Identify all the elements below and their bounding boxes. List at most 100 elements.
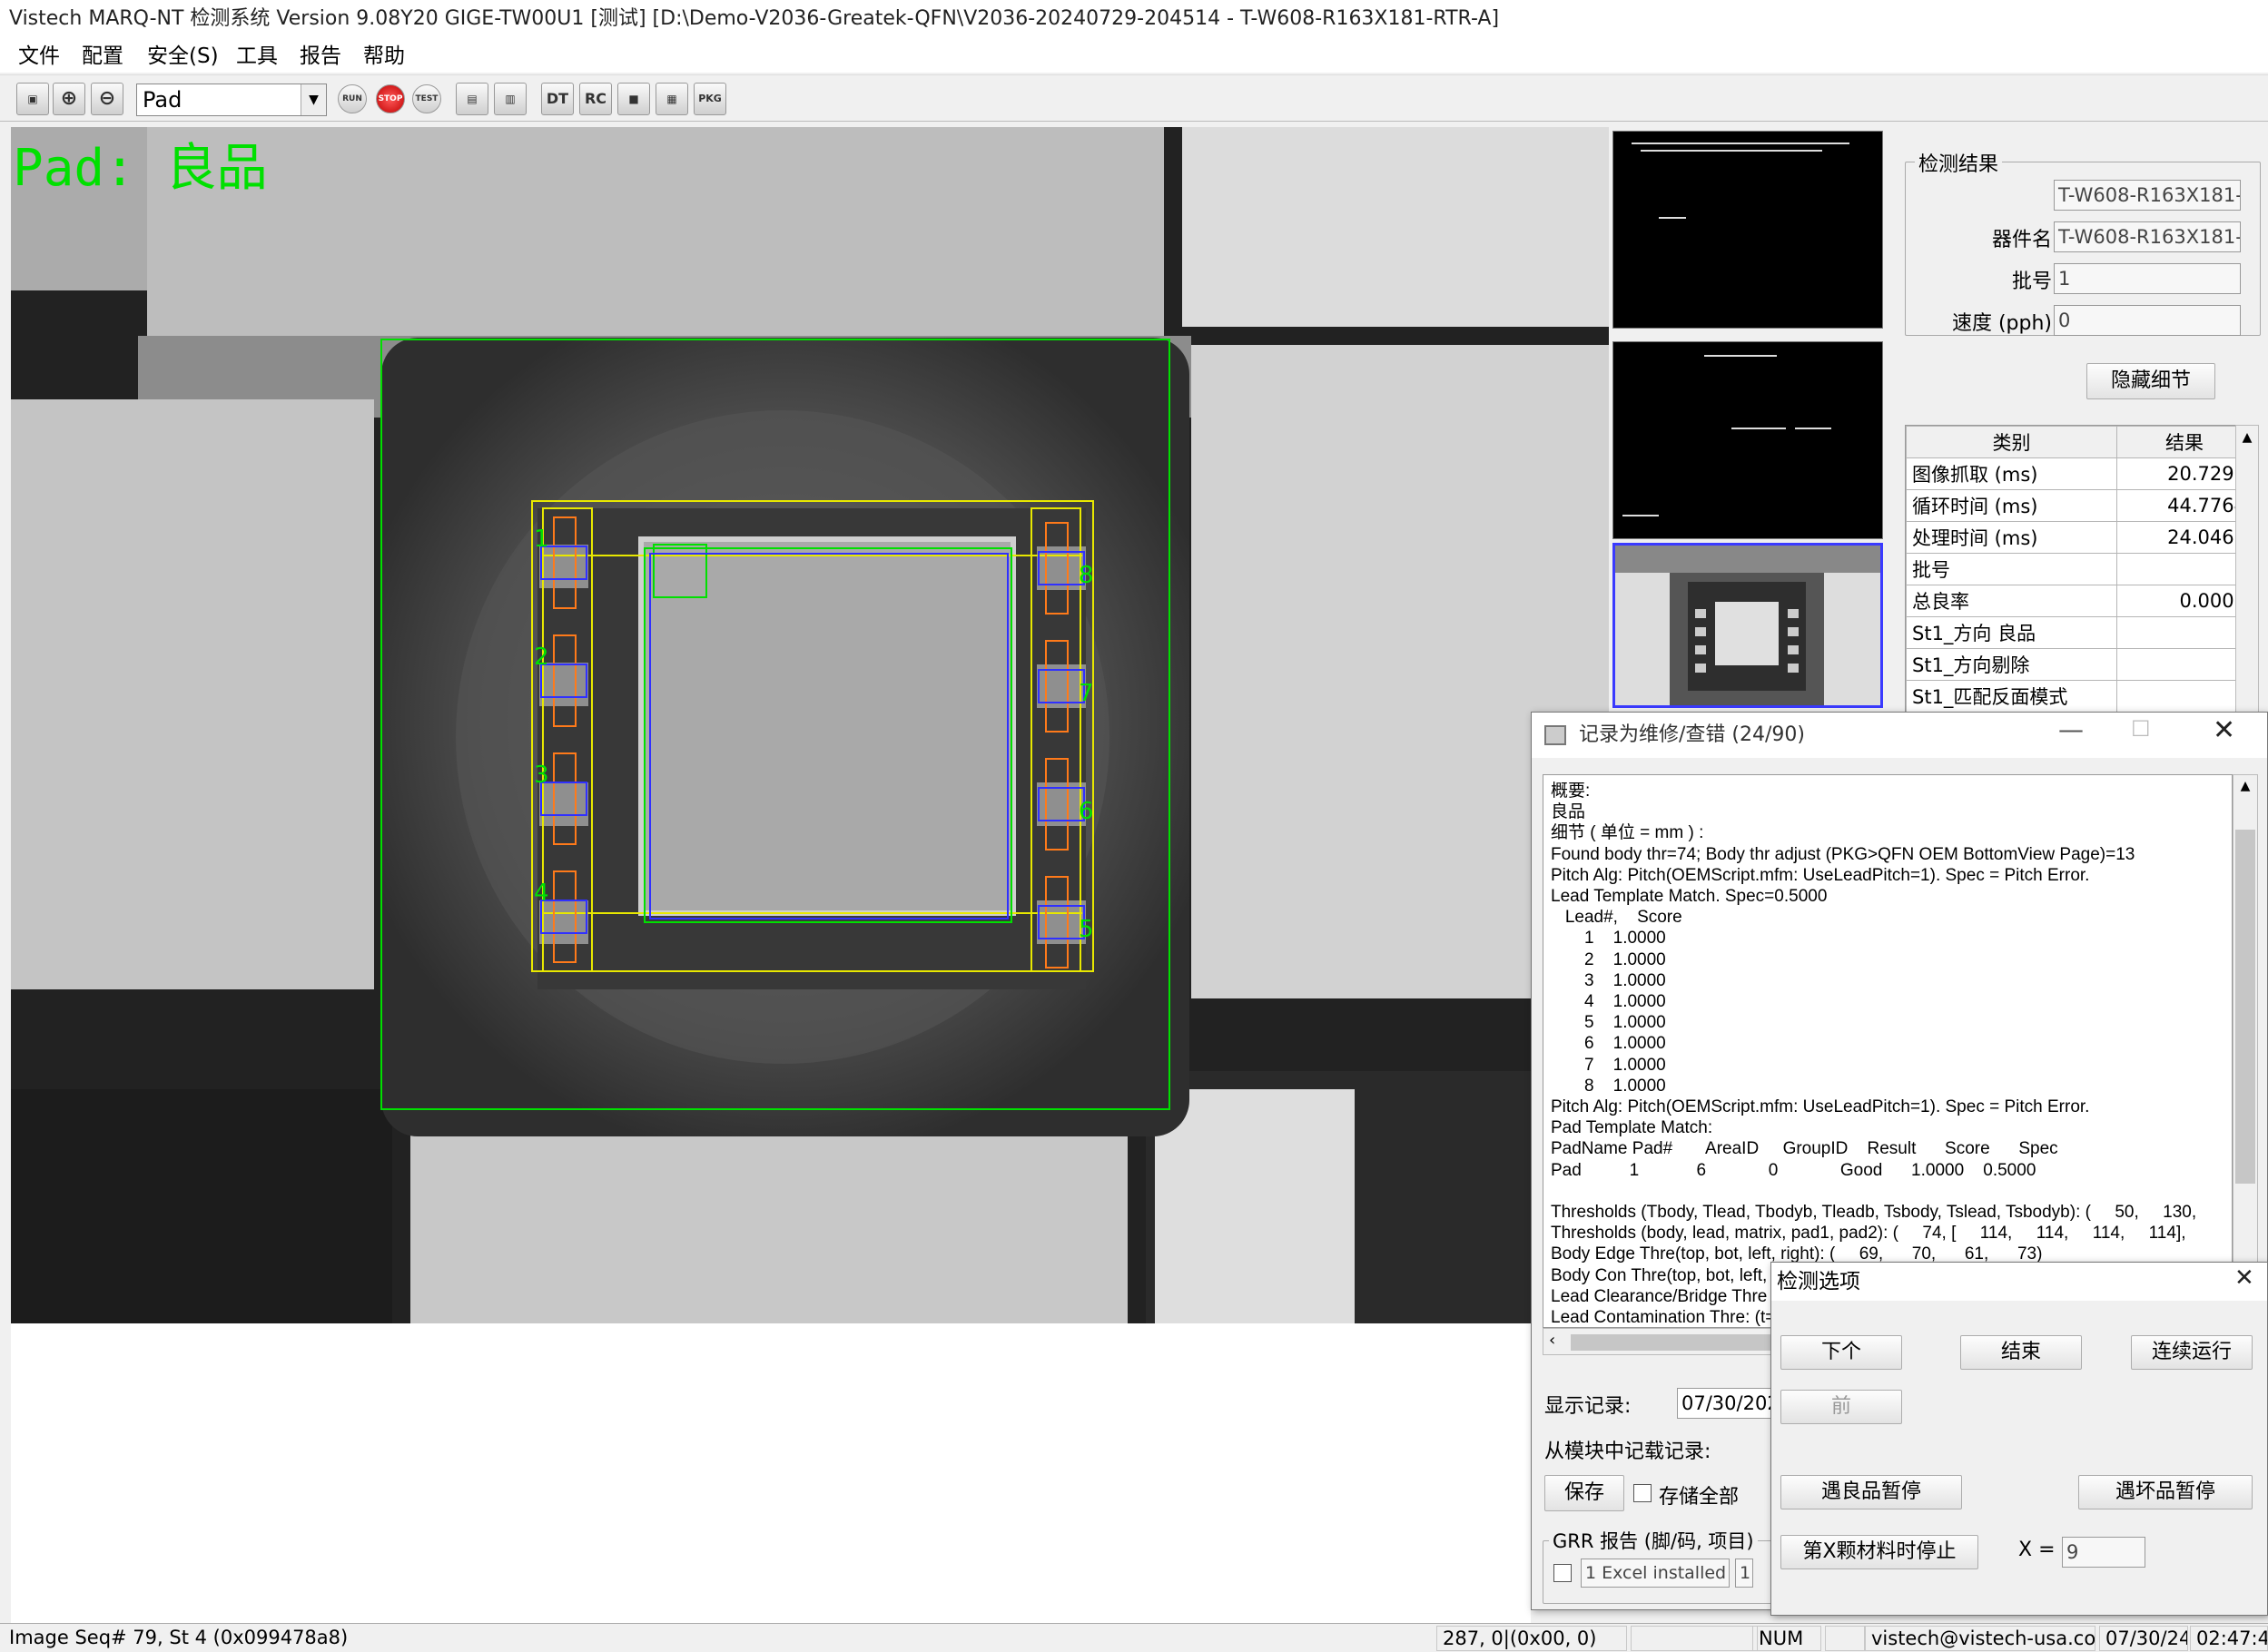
log-line: 2 1.0000 bbox=[1551, 949, 1666, 969]
row-value: 1 bbox=[2116, 553, 2251, 585]
log-text-area[interactable]: 概要: 良品 细节 ( 单位 = mm ) : Found body thr=74; … bbox=[1543, 774, 2233, 1328]
row-value: 24.0465 bbox=[2116, 521, 2251, 554]
options-dialog-title: 检测选项 bbox=[1771, 1263, 2267, 1301]
x-label: X = bbox=[2018, 1539, 2056, 1561]
speed-label: 速度 (pph) bbox=[1951, 312, 2052, 335]
grr-suffix: 1 bbox=[1735, 1559, 1753, 1588]
save-all-label: 存储全部 bbox=[1659, 1486, 1740, 1509]
log-line: 5 1.0000 bbox=[1551, 1013, 1666, 1033]
maximize-icon[interactable]: ☐ bbox=[2131, 716, 2151, 742]
log-line: 6 1.0000 bbox=[1551, 1034, 1666, 1054]
test-button[interactable]: TEST bbox=[412, 84, 441, 113]
log-line: Lead#, Score bbox=[1551, 908, 1682, 928]
rc-button[interactable]: RC bbox=[579, 83, 612, 115]
row-category: 处理时间 (ms) bbox=[1906, 521, 2117, 554]
lead-label-8: 8 bbox=[1079, 562, 1094, 589]
menu-report[interactable]: 报告 bbox=[294, 42, 347, 71]
results-table-scrollbar[interactable]: ▲ bbox=[2235, 425, 2259, 726]
menu-bar: 文件 配置 安全(S) 工具 报告 帮助 bbox=[0, 38, 2268, 73]
table-header-result: 结果 bbox=[2116, 426, 2251, 458]
log-line: 细节 ( 单位 = mm ) : bbox=[1551, 823, 1704, 843]
scroll-left-icon[interactable]: ‹ bbox=[1549, 1331, 1555, 1350]
mode-select[interactable]: Pad ▼ bbox=[136, 84, 327, 116]
lead-label-6: 6 bbox=[1079, 798, 1094, 825]
package-field: T-W608-R163X181-RT bbox=[2054, 180, 2241, 211]
open-icon[interactable]: ▤ bbox=[456, 83, 488, 115]
results-table-container[interactable]: 类别 结果 图像抓取 (ms) 20.7299 循环时间 (ms) 44.7764 … bbox=[1905, 425, 2252, 726]
hide-details-button[interactable]: 隐藏细节 bbox=[2086, 363, 2215, 399]
inspection-options-dialog: 检测选项 ✕ 下个 结束 连续运行 前 遇良品暂停 遇坏品暂停 第X颗材料时停止… bbox=[1770, 1262, 2268, 1616]
end-button[interactable]: 结束 bbox=[1960, 1335, 2082, 1370]
log-line: Thresholds (body, lead, matrix, pad1, pa… bbox=[1551, 1224, 2186, 1244]
table-row: 总良率 0.0000 bbox=[1906, 585, 2251, 617]
stop-square-icon[interactable]: ■ bbox=[617, 83, 650, 115]
save-all-checkbox[interactable] bbox=[1633, 1484, 1652, 1502]
stop-at-x-button[interactable]: 第X颗材料时停止 bbox=[1780, 1535, 1978, 1569]
log-line: Thresholds (Tbody, Tlead, Tbodyb, Tleadb… bbox=[1551, 1203, 2197, 1223]
status-time: 02:47:42 bbox=[2190, 1626, 2268, 1651]
log-line: Pad Template Match: bbox=[1551, 1118, 1713, 1138]
log-line: 概要: bbox=[1551, 782, 1591, 801]
pkg-button[interactable]: PKG bbox=[694, 83, 726, 115]
grr-report-title: GRR 报告 (脚/码, 项目) bbox=[1549, 1527, 1758, 1554]
save-button[interactable]: 保存 bbox=[1544, 1475, 1624, 1511]
status-empty-2 bbox=[1825, 1626, 1865, 1651]
minimize-icon[interactable]: — bbox=[2058, 714, 2084, 744]
row-value: 0 bbox=[2116, 648, 2251, 681]
chevron-down-icon[interactable]: ▼ bbox=[301, 84, 326, 115]
pause-on-bad-button[interactable]: 遇坏品暂停 bbox=[2078, 1475, 2253, 1509]
scroll-up-icon[interactable]: ▲ bbox=[2233, 775, 2257, 797]
dt-button[interactable]: DT bbox=[541, 83, 574, 115]
menu-security[interactable]: 安全(S) bbox=[142, 42, 224, 71]
status-empty-1 bbox=[1631, 1626, 1758, 1651]
log-window-title: 记录为维修/查错 (24/90) bbox=[1532, 713, 2267, 758]
log-line: Pitch Alg: Pitch(OEMScript.mfm: UseLeadP… bbox=[1551, 1097, 2090, 1117]
pause-on-good-button[interactable]: 遇良品暂停 bbox=[1780, 1475, 1962, 1509]
menu-file[interactable]: 文件 bbox=[13, 42, 65, 71]
status-date: 07/30/24 bbox=[2099, 1626, 2188, 1651]
previous-button[interactable]: 前 bbox=[1780, 1390, 1902, 1424]
row-category: St1_方向剔除 bbox=[1906, 648, 2117, 681]
thumbnail-station-3-selected[interactable] bbox=[1612, 543, 1883, 708]
log-vertical-scrollbar[interactable]: ▲ bbox=[2233, 774, 2258, 1328]
status-image-seq: Image Seq# 79, St 4 (0x099478a8) bbox=[9, 1627, 349, 1648]
menu-config[interactable]: 配置 bbox=[76, 42, 129, 71]
close-icon[interactable]: ✕ bbox=[2234, 1264, 2254, 1292]
table-row: 图像抓取 (ms) 20.7299 bbox=[1906, 457, 2251, 490]
thumbnail-station-1[interactable] bbox=[1612, 131, 1883, 329]
grr-checkbox[interactable] bbox=[1553, 1564, 1572, 1582]
mode-select-value: Pad bbox=[143, 87, 182, 113]
load-from-module-label: 从模块中记载记录: bbox=[1544, 1441, 1711, 1463]
stop-button[interactable]: STOP bbox=[376, 84, 405, 113]
scroll-up-icon[interactable]: ▲ bbox=[2236, 426, 2258, 449]
thumbnail-station-2[interactable] bbox=[1612, 341, 1883, 539]
device-name-field: T-W608-R163X181-RT bbox=[2054, 221, 2241, 252]
row-category: 总良率 bbox=[1906, 585, 2117, 617]
save-icon[interactable]: ▥ bbox=[494, 83, 527, 115]
continuous-run-button[interactable]: 连续运行 bbox=[2131, 1335, 2253, 1370]
log-line: 8 1.0000 bbox=[1551, 1076, 1666, 1096]
run-button[interactable]: RUN bbox=[338, 84, 367, 113]
grid-icon[interactable]: ▦ bbox=[656, 83, 688, 115]
table-row: 批号1 bbox=[1906, 553, 2251, 585]
next-button[interactable]: 下个 bbox=[1780, 1335, 1902, 1370]
scroll-thumb[interactable] bbox=[2235, 830, 2255, 1184]
row-value: 0 bbox=[2116, 616, 2251, 649]
close-icon[interactable]: ✕ bbox=[2213, 714, 2235, 746]
excel-select[interactable]: 1 Excel installed bbox=[1581, 1559, 1730, 1588]
camera-icon[interactable]: ▣ bbox=[16, 83, 49, 115]
x-value-input[interactable]: 9 bbox=[2062, 1537, 2145, 1568]
row-value: 0 bbox=[2116, 680, 2251, 713]
lead-label-1: 1 bbox=[534, 526, 549, 553]
results-panel: 检测结果 包装 T-W608-R163X181-RT 器件名 T-W608-R1… bbox=[1888, 127, 2268, 726]
zoom-in-icon[interactable]: ⊕ bbox=[53, 83, 85, 115]
row-category: 循环时间 (ms) bbox=[1906, 489, 2117, 522]
menu-tools[interactable]: 工具 bbox=[231, 42, 283, 71]
menu-help[interactable]: 帮助 bbox=[358, 42, 410, 71]
results-group-title: 检测结果 bbox=[1915, 148, 2003, 177]
inspection-image-viewer[interactable]: 1 2 3 4 5 6 7 8 bbox=[11, 127, 1609, 1323]
zoom-out-icon[interactable]: ⊖ bbox=[91, 83, 123, 115]
lot-number-label: 批号 bbox=[2011, 270, 2052, 293]
log-line: 1 1.0000 bbox=[1551, 929, 1666, 949]
